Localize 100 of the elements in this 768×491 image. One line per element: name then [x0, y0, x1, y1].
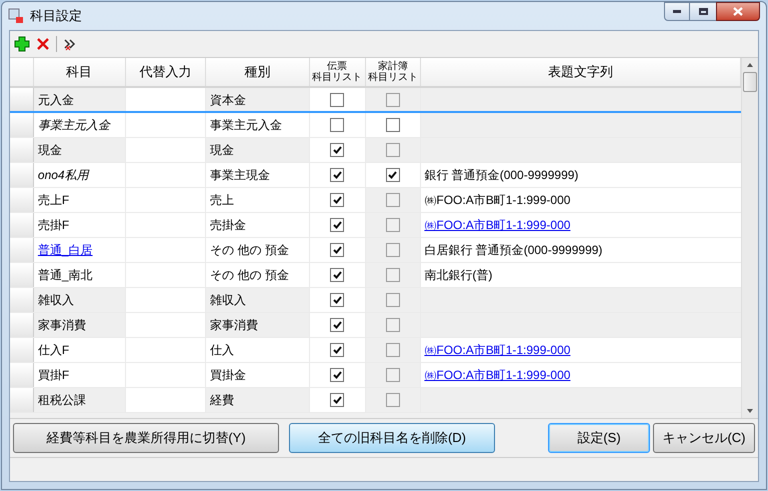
- close-icon: [733, 7, 743, 16]
- dialog-button[interactable]: キャンセル(C): [653, 423, 755, 453]
- table-cell-text: その 他の 預金: [210, 242, 289, 259]
- checkbox[interactable]: [330, 92, 344, 106]
- table-cell-text: 売掛F: [38, 217, 70, 234]
- column-header[interactable]: 家計簿 科目リスト: [366, 58, 422, 86]
- table-row[interactable]: 雑収入 雑収入: [10, 288, 741, 313]
- table-row[interactable]: 普通_白居 その 他の 預金 白居銀行 普通預金(000-9999999): [10, 238, 741, 263]
- table-row[interactable]: 現金 現金: [10, 138, 741, 163]
- check-icon: [332, 171, 342, 179]
- row-header[interactable]: [10, 388, 34, 412]
- row-header[interactable]: [10, 113, 34, 137]
- table-row[interactable]: 家事消費 家事消費: [10, 313, 741, 338]
- table-cell-text: 銀行 普通預金(000-9999999): [424, 167, 578, 184]
- row-header[interactable]: [10, 88, 34, 111]
- table-cell-text: その 他の 預金: [210, 267, 289, 284]
- table-cell-text: 買掛F: [38, 367, 70, 384]
- table-row[interactable]: 事業主元入金 事業主元入金: [10, 113, 741, 138]
- table-row[interactable]: 租税公課 経費: [10, 388, 741, 413]
- table-cell-text: 売上: [210, 192, 234, 209]
- checkbox[interactable]: [330, 243, 344, 257]
- check-icon: [332, 221, 342, 229]
- close-button[interactable]: [716, 2, 760, 21]
- table-row[interactable]: 買掛F 買掛金 ㈱FOO:A市B町1-1:999-000: [10, 363, 741, 388]
- table-cell-text: 普通_南北: [38, 267, 93, 284]
- check-icon: [332, 321, 342, 329]
- table-cell-text: ono4私用: [38, 167, 89, 184]
- row-header[interactable]: [10, 163, 34, 187]
- table-row[interactable]: ono4私用 事業主現金 銀行 普通預金(000-9999999): [10, 163, 741, 188]
- checkbox[interactable]: [330, 268, 344, 282]
- table-cell-text: ㈱FOO:A市B町1-1:999-000: [424, 192, 570, 209]
- check-icon: [332, 346, 342, 354]
- row-header[interactable]: [10, 238, 34, 262]
- row-header[interactable]: [10, 263, 34, 287]
- table-cell-text: 買掛金: [210, 367, 246, 384]
- table-cell-text: 白居銀行 普通預金(000-9999999): [424, 242, 602, 259]
- table-cell-text: 仕入F: [38, 342, 70, 359]
- checkbox[interactable]: [330, 218, 344, 232]
- row-header[interactable]: [10, 138, 34, 162]
- table-cell-text: 現金: [210, 142, 234, 159]
- table-cell-text: 家事消費: [38, 317, 86, 334]
- check-icon: [332, 146, 342, 154]
- table-row[interactable]: 普通_南北 その 他の 預金 南北銀行(普): [10, 263, 741, 288]
- checkbox[interactable]: [330, 143, 344, 157]
- check-icon: [332, 196, 342, 204]
- table-cell-text: 雑収入: [210, 292, 246, 309]
- checkbox[interactable]: [330, 343, 344, 357]
- check-icon: [332, 296, 342, 304]
- column-header[interactable]: 種別: [206, 58, 310, 86]
- table-cell-text: 雑収入: [38, 292, 74, 309]
- dialog-button[interactable]: 全ての旧科目名を削除(D): [289, 423, 495, 453]
- row-header[interactable]: [10, 288, 34, 312]
- row-header[interactable]: [10, 363, 34, 387]
- column-header[interactable]: 科目: [34, 58, 126, 86]
- maximize-button[interactable]: [690, 2, 716, 21]
- window-title: 科目設定: [30, 7, 82, 26]
- table-cell-text: 租税公課: [38, 392, 86, 409]
- checkbox[interactable]: [386, 118, 400, 132]
- app-icon: [8, 8, 24, 24]
- table-row[interactable]: 仕入F 仕入 ㈱FOO:A市B町1-1:999-000: [10, 338, 741, 363]
- table-cell-text: 南北銀行(普): [424, 267, 492, 284]
- table-cell-text: 事業主現金: [210, 167, 270, 184]
- minimize-button[interactable]: [664, 2, 690, 21]
- table-row[interactable]: 売上F 売上 ㈱FOO:A市B町1-1:999-000: [10, 188, 741, 213]
- checkbox[interactable]: [330, 118, 344, 132]
- add-icon[interactable]: [14, 36, 30, 52]
- check-icon: [332, 271, 342, 279]
- row-header[interactable]: [10, 338, 34, 362]
- table-cell-text: 事業主元入金: [38, 117, 110, 134]
- check-icon: [388, 171, 398, 179]
- checkbox[interactable]: [330, 368, 344, 382]
- checkbox[interactable]: [330, 393, 344, 407]
- table-cell-text: 売上F: [38, 192, 70, 209]
- scrollbar[interactable]: [741, 58, 758, 418]
- table-cell-text: 経費: [210, 392, 234, 409]
- column-header[interactable]: 代替入力: [126, 58, 206, 86]
- table-cell-text: 現金: [38, 142, 62, 159]
- check-icon: [332, 246, 342, 254]
- dialog-button[interactable]: 設定(S): [548, 423, 650, 453]
- table-cell-text: 家事消費: [210, 317, 258, 334]
- table-row[interactable]: 元入金 資本金: [10, 88, 741, 113]
- table-row[interactable]: 売掛F 売掛金 ㈱FOO:A市B町1-1:999-000: [10, 213, 741, 238]
- table-cell-text: 売掛金: [210, 217, 246, 234]
- checkbox[interactable]: [330, 318, 344, 332]
- check-icon: [332, 371, 342, 379]
- scroll-thumb[interactable]: [743, 72, 757, 92]
- column-header[interactable]: 伝票 科目リスト: [310, 58, 366, 86]
- table-cell-text: 事業主元入金: [210, 117, 282, 134]
- check-icon: [332, 396, 342, 404]
- checkbox[interactable]: [330, 193, 344, 207]
- delete-icon[interactable]: [36, 37, 50, 51]
- row-header[interactable]: [10, 213, 34, 237]
- row-header[interactable]: [10, 188, 34, 212]
- table-cell-text: 資本金: [210, 92, 246, 108]
- table-cell-text: 仕入: [210, 342, 234, 359]
- checkbox[interactable]: [386, 168, 400, 182]
- dialog-button[interactable]: 経費等科目を農業所得用に切替(Y): [13, 423, 279, 453]
- checkbox[interactable]: [330, 168, 344, 182]
- checkbox[interactable]: [330, 293, 344, 307]
- row-header[interactable]: [10, 313, 34, 337]
